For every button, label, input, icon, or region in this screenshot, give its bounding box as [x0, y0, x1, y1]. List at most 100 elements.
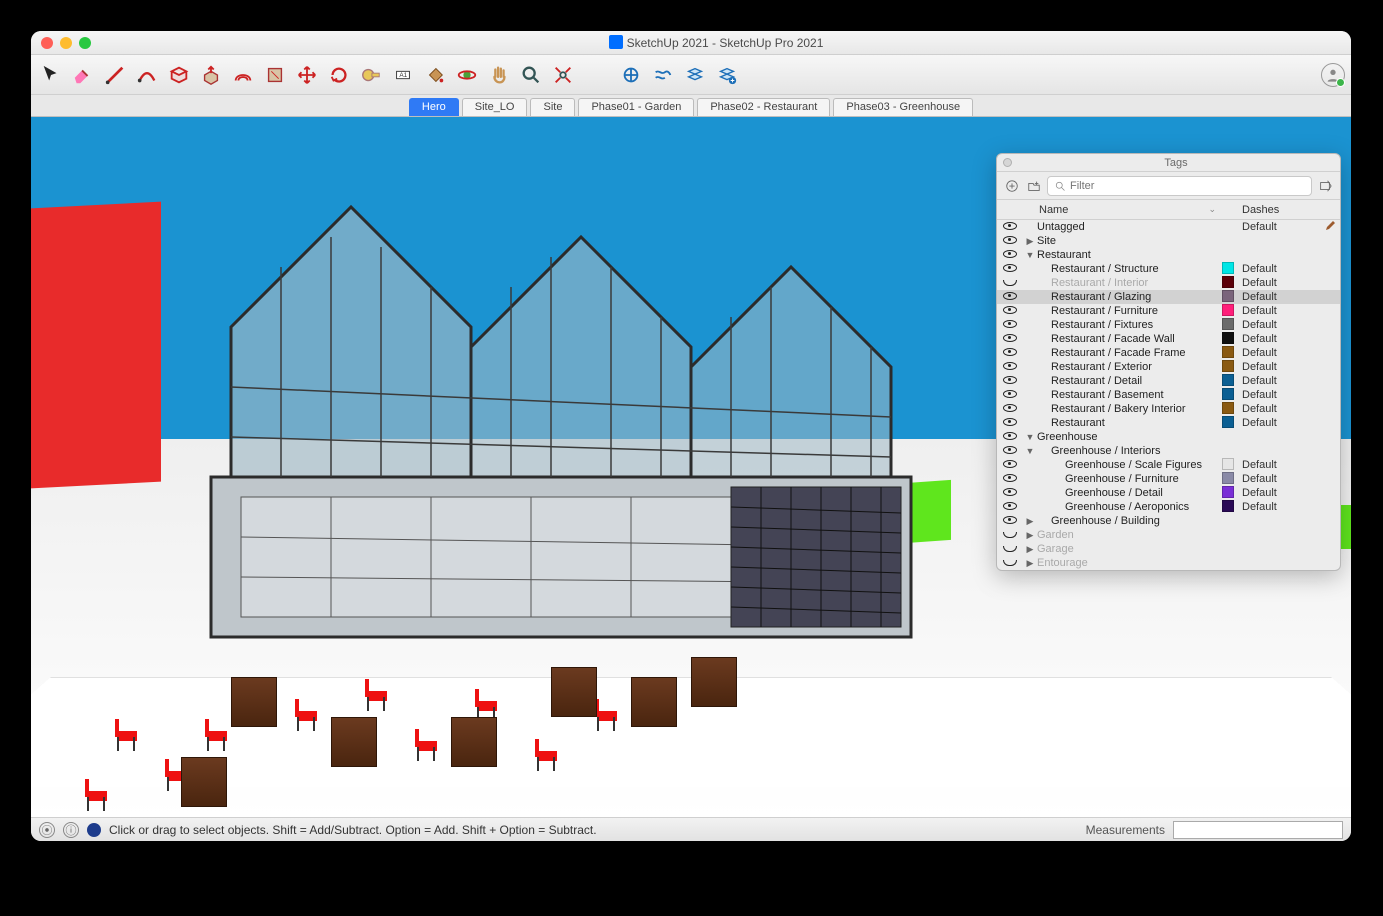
tag-dashes[interactable]: Default	[1236, 403, 1320, 415]
tag-name[interactable]: Greenhouse / Furniture	[1037, 473, 1222, 485]
tag-name[interactable]: Greenhouse / Detail	[1037, 487, 1222, 499]
tag-name[interactable]: Restaurant / Structure	[1037, 263, 1222, 275]
eye-open-icon[interactable]	[1003, 418, 1017, 426]
tag-name[interactable]: Restaurant / Glazing	[1037, 291, 1222, 303]
tag-row[interactable]: Restaurant / InteriorDefault	[997, 276, 1340, 290]
scene-tab-hero[interactable]: Hero	[409, 98, 459, 116]
eye-open-icon[interactable]	[1003, 474, 1017, 482]
tag-row[interactable]: Restaurant / Basement Default	[997, 388, 1340, 402]
tag-dashes[interactable]: Default	[1236, 305, 1320, 317]
tag-row[interactable]: Restaurant / Facade WallDefault	[997, 332, 1340, 346]
expand-toggle[interactable]: ▶	[1023, 544, 1037, 555]
tag-dashes[interactable]: Default	[1236, 459, 1320, 471]
tag-dashes[interactable]: Default	[1236, 361, 1320, 373]
tag-dashes[interactable]: Default	[1236, 473, 1320, 485]
eye-closed-icon[interactable]	[1003, 532, 1017, 538]
tag-color-swatch[interactable]	[1222, 374, 1234, 386]
extension-tool-1[interactable]	[617, 61, 645, 89]
eye-open-icon[interactable]	[1003, 264, 1017, 272]
tags-header-row[interactable]: Name⌄ Dashes	[997, 200, 1340, 220]
tag-dashes[interactable]: Default	[1236, 277, 1320, 289]
eye-open-icon[interactable]	[1003, 404, 1017, 412]
tag-row[interactable]: ▼Restaurant	[997, 248, 1340, 262]
eye-open-icon[interactable]	[1003, 320, 1017, 328]
eye-open-icon[interactable]	[1003, 236, 1017, 244]
minimize-button[interactable]	[60, 37, 72, 49]
tags-panel-titlebar[interactable]: Tags	[997, 154, 1340, 172]
tag-dashes[interactable]: Default	[1236, 389, 1320, 401]
rotate-tool[interactable]	[325, 61, 353, 89]
tag-name[interactable]: Restaurant / Basement	[1037, 389, 1222, 401]
tags-panel[interactable]: Tags Name⌄ Dashes UntaggedDefault▶Site▼R…	[996, 153, 1341, 571]
expand-toggle[interactable]: ▶	[1023, 236, 1037, 247]
maximize-button[interactable]	[79, 37, 91, 49]
extension-tool-2[interactable]	[649, 61, 677, 89]
tags-list[interactable]: UntaggedDefault▶Site▼RestaurantRestauran…	[997, 220, 1340, 570]
eye-open-icon[interactable]	[1003, 222, 1017, 230]
credits-icon[interactable]: ⓘ	[63, 822, 79, 838]
arc-tool[interactable]	[133, 61, 161, 89]
tag-row[interactable]: ▶Site	[997, 234, 1340, 248]
tag-row[interactable]: Restaurant / Furniture Default	[997, 304, 1340, 318]
tag-color-swatch[interactable]	[1222, 472, 1234, 484]
model-info-icon[interactable]	[87, 823, 101, 837]
tag-row[interactable]: ▼Greenhouse	[997, 430, 1340, 444]
pushpull-tool[interactable]	[197, 61, 225, 89]
eye-open-icon[interactable]	[1003, 488, 1017, 496]
eye-open-icon[interactable]	[1003, 502, 1017, 510]
eye-open-icon[interactable]	[1003, 348, 1017, 356]
tag-dashes[interactable]: Default	[1236, 347, 1320, 359]
tag-row[interactable]: ▶Entourage	[997, 556, 1340, 570]
tag-color-swatch[interactable]	[1222, 458, 1234, 470]
tag-row[interactable]: RestaurantDefault	[997, 416, 1340, 430]
eye-closed-icon[interactable]	[1003, 546, 1017, 552]
tag-row[interactable]: Restaurant / Exterior Default	[997, 360, 1340, 374]
eye-open-icon[interactable]	[1003, 306, 1017, 314]
expand-toggle[interactable]: ▼	[1023, 432, 1037, 442]
extension-tool-3[interactable]	[681, 61, 709, 89]
geo-location-icon[interactable]: ⦿	[39, 822, 55, 838]
extension-tool-4[interactable]	[713, 61, 741, 89]
close-button[interactable]	[41, 37, 53, 49]
tag-dashes[interactable]: Default	[1236, 417, 1320, 429]
tag-color-swatch[interactable]	[1222, 262, 1234, 274]
tag-dashes[interactable]: Default	[1236, 221, 1320, 233]
eye-closed-icon[interactable]	[1003, 280, 1017, 286]
expand-toggle[interactable]: ▶	[1023, 558, 1037, 569]
tag-name[interactable]: Restaurant / Furniture	[1037, 305, 1222, 317]
eye-open-icon[interactable]	[1003, 516, 1017, 524]
scene-tab-site[interactable]: Site	[530, 98, 575, 116]
tag-name[interactable]: Restaurant / Detail	[1037, 375, 1222, 387]
tag-row[interactable]: UntaggedDefault	[997, 220, 1340, 234]
tag-color-swatch[interactable]	[1222, 402, 1234, 414]
tag-name[interactable]: Entourage	[1037, 557, 1222, 569]
tags-header-dashes[interactable]: Dashes	[1236, 204, 1320, 216]
tag-row[interactable]: ▼Greenhouse / Interiors	[997, 444, 1340, 458]
eye-open-icon[interactable]	[1003, 460, 1017, 468]
tag-color-swatch[interactable]	[1222, 360, 1234, 372]
tag-dashes[interactable]: Default	[1236, 319, 1320, 331]
tag-name[interactable]: Restaurant	[1037, 249, 1222, 261]
tags-filter-field[interactable]	[1070, 180, 1305, 192]
zoom-extents-tool[interactable]	[549, 61, 577, 89]
tag-name[interactable]: Greenhouse / Interiors	[1037, 445, 1222, 457]
tag-name[interactable]: Greenhouse / Scale Figures	[1037, 459, 1222, 471]
tag-dashes[interactable]: Default	[1236, 263, 1320, 275]
eye-open-icon[interactable]	[1003, 446, 1017, 454]
tag-dashes[interactable]: Default	[1236, 501, 1320, 513]
panel-close-icon[interactable]	[1003, 158, 1012, 167]
tag-name[interactable]: Restaurant / Facade Frame	[1037, 347, 1222, 359]
tag-color-swatch[interactable]	[1222, 388, 1234, 400]
tag-color-swatch[interactable]	[1222, 346, 1234, 358]
expand-toggle[interactable]: ▶	[1023, 530, 1037, 541]
tag-name[interactable]: Greenhouse / Aeroponics	[1037, 501, 1222, 513]
tag-row[interactable]: ▶Garden	[997, 528, 1340, 542]
move-tool[interactable]	[293, 61, 321, 89]
tag-row[interactable]: Restaurant / Structure Default	[997, 262, 1340, 276]
tag-row[interactable]: ▶Garage	[997, 542, 1340, 556]
eye-open-icon[interactable]	[1003, 250, 1017, 258]
tag-name[interactable]: Restaurant / Exterior	[1037, 361, 1222, 373]
scene-tab-phase03-greenhouse[interactable]: Phase03 - Greenhouse	[833, 98, 973, 116]
paintbucket-tool[interactable]	[421, 61, 449, 89]
tag-row[interactable]: Greenhouse / DetailDefault	[997, 486, 1340, 500]
